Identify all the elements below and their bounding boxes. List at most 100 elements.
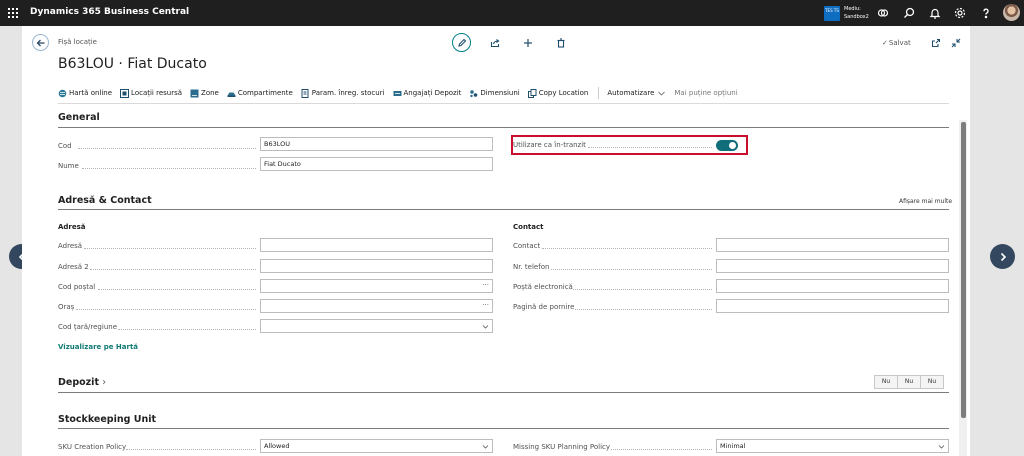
field-email-label: Poștă electronică (513, 283, 573, 291)
warehouse-flag: Nu (897, 375, 921, 389)
field-city-label: Oraș (58, 303, 75, 311)
edit-button[interactable] (452, 33, 471, 52)
location-card: Fișă locație B63LOU · Fiat Ducato ✓Salva… (22, 26, 970, 456)
field-email-input[interactable] (716, 279, 949, 293)
page-caption: Fișă locație (58, 38, 97, 46)
section-warehouse-title[interactable]: Depozit › (58, 377, 106, 388)
field-sku-creation-value: Allowed (264, 442, 290, 450)
address-heading: Adresă (58, 223, 86, 231)
check-icon: ✓ (882, 39, 888, 47)
warehouse-flag: Nu (920, 375, 944, 389)
action-resource-locations-label: Locații resursă (131, 89, 183, 97)
action-fewer-options[interactable]: Mai puține opțiuni (674, 89, 737, 97)
action-separator (598, 87, 600, 99)
delete-button[interactable] (555, 37, 567, 49)
field-name-input[interactable]: Fiat Ducato (260, 157, 493, 171)
app-title[interactable]: Dynamics 365 Business Central (30, 7, 189, 17)
help-icon[interactable] (979, 6, 993, 20)
in-transit-toggle[interactable] (716, 140, 738, 151)
bell-icon[interactable] (928, 6, 942, 20)
action-bins-label: Compartimente (237, 89, 293, 97)
action-bar-divider (58, 103, 949, 104)
action-automation-menu[interactable]: Automatizare (607, 89, 666, 98)
field-contact-leader (542, 248, 712, 249)
user-avatar[interactable] (1003, 4, 1020, 21)
chevron-down-icon (482, 325, 489, 329)
postcode-lookup-icon[interactable]: ··· (482, 280, 489, 291)
field-homepage-input[interactable] (716, 299, 949, 313)
share-button[interactable] (489, 37, 501, 49)
map-icon (58, 89, 67, 97)
field-in-transit-label: Utilizare ca în-tranzit (513, 141, 586, 149)
field-code-label: Cod (58, 142, 72, 150)
action-online-map[interactable]: Hartă online (58, 89, 112, 98)
action-zones[interactable]: Zone (190, 89, 219, 98)
field-sku-creation-select[interactable]: Allowed (260, 439, 493, 453)
section-sku-title[interactable]: Stockkeeping Unit (58, 414, 156, 425)
field-country-label: Cod țară/regiune (58, 323, 117, 331)
field-postcode-input[interactable]: ··· (260, 279, 493, 293)
environment-label-line1: Mediu: (844, 6, 861, 12)
zone-icon (190, 89, 199, 97)
field-address2-label: Adresă 2 (58, 263, 89, 271)
location-icon (120, 88, 130, 98)
collapse-button[interactable] (950, 37, 962, 49)
employees-icon (393, 90, 402, 96)
action-dimensions[interactable]: Dimensiuni (469, 89, 520, 98)
next-record-button[interactable] (990, 244, 1015, 269)
app-launcher-icon[interactable] (8, 8, 18, 18)
field-country-leader (118, 329, 256, 330)
plus-icon (524, 39, 532, 47)
action-bins[interactable]: Compartimente (227, 89, 293, 98)
copy-icon (527, 88, 537, 98)
field-contact-label: Contact (513, 242, 541, 250)
field-phone-leader (551, 269, 712, 270)
action-copy-location[interactable]: Copy Location (527, 88, 588, 98)
field-missing-sku-leader (611, 449, 712, 450)
section-address-title[interactable]: Adresă & Contact (58, 195, 152, 206)
field-address-leader (84, 248, 256, 249)
chevron-down-icon (482, 445, 489, 449)
section-general-title[interactable]: General (58, 112, 100, 123)
warehouse-flags: Nu Nu Nu (874, 375, 944, 389)
section-general-underline (58, 127, 949, 128)
action-inventory-posting-setup[interactable]: Param. înreg. stocuri (301, 88, 385, 98)
section-warehouse-label: Depozit (58, 377, 99, 388)
copilot-icon[interactable] (876, 6, 890, 20)
action-warehouse-employees[interactable]: Angajați Depozit (393, 89, 462, 98)
collapse-icon (951, 38, 961, 48)
back-button[interactable] (32, 34, 49, 51)
environment-label[interactable]: Mediu: Sandbox2 (844, 5, 869, 21)
field-code-input[interactable]: B63LOU (260, 137, 493, 151)
show-more-link[interactable]: Afișare mai multe (899, 198, 952, 205)
section-sku-underline (58, 428, 949, 429)
field-city-input[interactable]: ··· (260, 299, 493, 313)
gear-icon[interactable] (953, 6, 967, 20)
open-new-window-button[interactable] (930, 37, 942, 49)
scrollbar-thumb[interactable] (961, 122, 966, 418)
new-button[interactable] (522, 37, 534, 49)
action-inventory-posting-setup-label: Param. înreg. stocuri (311, 89, 385, 97)
field-missing-sku-select[interactable]: Minimal (716, 439, 949, 453)
action-warehouse-employees-label: Angajați Depozit (403, 89, 462, 97)
chevron-right-icon (1000, 252, 1006, 261)
search-icon[interactable] (902, 6, 916, 20)
action-online-map-label: Hartă online (69, 89, 113, 97)
trash-icon (557, 38, 565, 48)
action-zones-label: Zone (201, 89, 219, 97)
field-address2-input[interactable] (260, 259, 493, 273)
action-resource-locations[interactable]: Locații resursă (120, 88, 183, 98)
field-phone-input[interactable] (716, 259, 949, 273)
action-bar: Hartă online Locații resursă Zone Compar… (58, 86, 746, 100)
city-lookup-icon[interactable]: ··· (482, 300, 489, 311)
field-address-input[interactable] (260, 238, 493, 252)
field-name-leader (82, 168, 256, 169)
open-in-new-window-icon (931, 38, 941, 48)
field-address-label: Adresă (58, 242, 83, 250)
field-contact-input[interactable] (716, 238, 949, 252)
view-on-map-link[interactable]: Vizualizare pe Hartă (58, 343, 138, 351)
field-country-select[interactable] (260, 319, 493, 333)
field-postcode-leader (98, 289, 256, 290)
saved-status: ✓Salvat (882, 39, 911, 47)
field-code-leader (78, 148, 256, 149)
